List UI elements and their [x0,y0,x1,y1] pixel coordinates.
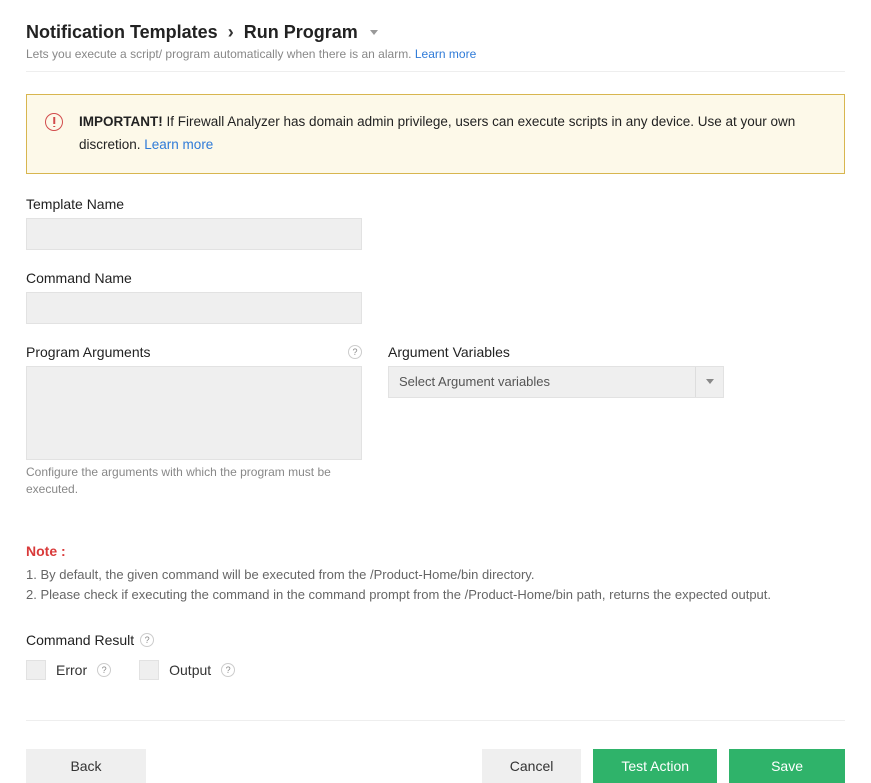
footer-actions: Back Cancel Test Action Save [26,720,845,783]
note-line-2: 2. Please check if executing the command… [26,585,845,605]
output-checkbox-wrap[interactable]: Output ? [139,660,235,680]
warning-icon [45,113,63,131]
note-line-1: 1. By default, the given command will be… [26,565,845,585]
page-subtitle-text: Lets you execute a script/ program autom… [26,47,412,61]
command-name-label: Command Name [26,270,845,286]
learn-more-link[interactable]: Learn more [415,47,476,61]
argument-variables-value: Select Argument variables [389,367,695,397]
help-icon[interactable]: ? [97,663,111,677]
command-result-label: Command Result [26,632,134,648]
error-checkbox[interactable] [26,660,46,680]
breadcrumb-current[interactable]: Run Program [244,22,358,43]
back-button[interactable]: Back [26,749,146,783]
output-checkbox-label: Output [169,662,211,678]
help-icon[interactable]: ? [221,663,235,677]
alert-body: IMPORTANT! If Firewall Analyzer has doma… [79,111,826,157]
alert-important-label: IMPORTANT! [79,114,163,129]
field-program-arguments: Program Arguments ? Configure the argume… [26,344,362,498]
breadcrumb: Notification Templates › Run Program [26,22,845,43]
save-button[interactable]: Save [729,749,845,783]
test-action-button[interactable]: Test Action [593,749,717,783]
form: Template Name Command Name Program Argum… [26,196,845,681]
select-toggle[interactable] [695,367,723,397]
page-subtitle: Lets you execute a script/ program autom… [26,47,845,61]
help-icon[interactable]: ? [140,633,154,647]
note-body: 1. By default, the given command will be… [26,565,845,604]
field-argument-variables: Argument Variables Select Argument varia… [388,344,724,398]
caret-down-icon[interactable] [370,30,378,35]
argument-variables-select[interactable]: Select Argument variables [388,366,724,398]
help-icon[interactable]: ? [348,345,362,359]
argument-variables-label: Argument Variables [388,344,724,360]
template-name-input[interactable] [26,218,362,250]
template-name-label: Template Name [26,196,845,212]
output-checkbox[interactable] [139,660,159,680]
error-checkbox-label: Error [56,662,87,678]
program-arguments-input[interactable] [26,366,362,460]
program-arguments-hint: Configure the arguments with which the p… [26,464,362,498]
program-arguments-label: Program Arguments [26,344,151,360]
error-checkbox-wrap[interactable]: Error ? [26,660,111,680]
command-name-input[interactable] [26,292,362,324]
command-result-section: Command Result ? Error ? Output ? [26,632,845,680]
field-template-name: Template Name [26,196,845,250]
chevron-right-icon: › [228,22,234,43]
important-alert: IMPORTANT! If Firewall Analyzer has doma… [26,94,845,174]
cancel-button[interactable]: Cancel [482,749,582,783]
alert-learn-more-link[interactable]: Learn more [144,137,213,152]
caret-down-icon [706,379,714,384]
field-command-name: Command Name [26,270,845,324]
note-heading: Note : [26,543,845,559]
breadcrumb-root[interactable]: Notification Templates [26,22,218,43]
page-header: Notification Templates › Run Program Let… [26,0,845,72]
